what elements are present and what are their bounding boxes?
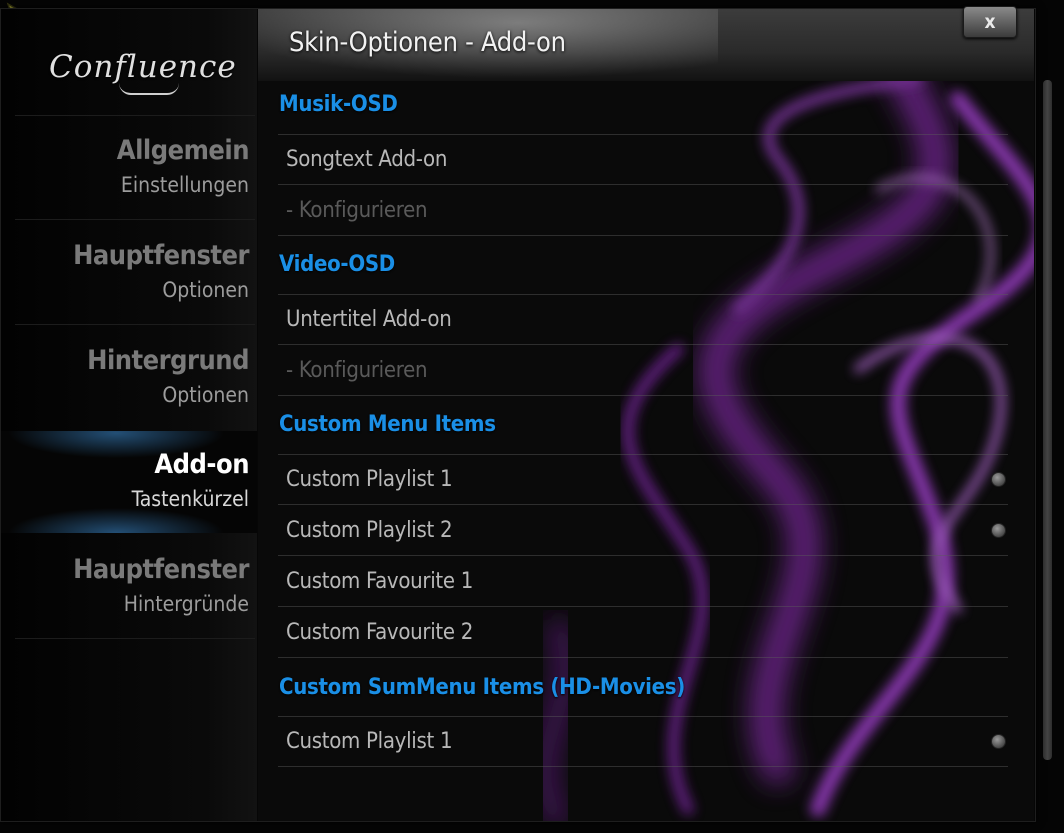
row-divider xyxy=(278,555,1008,556)
close-icon: x xyxy=(984,11,996,33)
sidebar-item-hauptfenster-hintergruende[interactable]: Hauptfenster Hintergründe xyxy=(1,536,249,638)
option-custom-playlist-2[interactable]: Custom Playlist 2 xyxy=(278,506,1008,556)
sidebar-item-allgemein[interactable]: Allgemein Einstellungen xyxy=(1,117,250,219)
option-submenu-custom-playlist-1[interactable]: Custom Playlist 1 xyxy=(278,717,1008,767)
dialog-title-bar: Skin-Optionen - Add-on xyxy=(258,9,1034,81)
row-divider xyxy=(278,657,1008,658)
sidebar-item-title: Allgemein xyxy=(116,135,250,166)
option-songtext-configure[interactable]: - Konfigurieren xyxy=(278,186,1008,236)
sidebar-item-title: Hintergrund xyxy=(87,345,249,376)
sidebar-item-hauptfenster[interactable]: Hauptfenster Optionen xyxy=(1,222,249,324)
option-label: Custom Favourite 1 xyxy=(286,569,474,594)
option-custom-favourite-1[interactable]: Custom Favourite 1 xyxy=(278,557,1008,607)
option-label: Songtext Add-on xyxy=(286,147,448,172)
row-divider xyxy=(278,184,1008,185)
options-panel: Skin-Optionen - Add-on Musik-OSD Songtex… xyxy=(258,9,1034,821)
option-label: Custom Playlist 2 xyxy=(286,518,453,543)
sidebar-item-subtitle: Hintergründe xyxy=(123,592,249,616)
row-divider xyxy=(278,766,1008,767)
option-custom-favourite-2[interactable]: Custom Favourite 2 xyxy=(278,608,1008,658)
sidebar-item-subtitle: Optionen xyxy=(162,278,249,302)
sidebar: Confluence Allgemein Einstellungen Haupt… xyxy=(1,9,257,821)
option-label: - Konfigurieren xyxy=(286,358,428,383)
row-divider xyxy=(278,235,1008,236)
option-custom-playlist-1[interactable]: Custom Playlist 1 xyxy=(278,455,1008,505)
option-untertitel-configure[interactable]: - Konfigurieren xyxy=(278,346,1008,396)
section-header-musik-osd: Musik-OSD xyxy=(279,92,398,117)
sidebar-divider xyxy=(15,115,255,116)
sidebar-divider xyxy=(15,219,255,220)
sidebar-item-subtitle: Tastenkürzel xyxy=(131,487,249,511)
logo-swirl xyxy=(119,83,179,95)
section-header-custom-submenu-items: Custom SumMenu Items (HD-Movies) xyxy=(279,675,686,700)
row-divider xyxy=(278,344,1008,345)
dialog-title: Skin-Optionen - Add-on xyxy=(289,27,566,58)
scrollbar[interactable] xyxy=(1043,80,1052,760)
skin-options-dialog: Confluence Allgemein Einstellungen Haupt… xyxy=(0,8,1036,822)
sidebar-divider xyxy=(15,638,255,639)
row-divider xyxy=(278,504,1008,505)
radio-dot-icon[interactable] xyxy=(991,734,1006,749)
section-header-video-osd: Video-OSD xyxy=(279,252,395,277)
option-label: Custom Playlist 1 xyxy=(286,467,453,492)
option-songtext-addon[interactable]: Songtext Add-on xyxy=(278,135,1008,185)
confluence-logo: Confluence xyxy=(49,49,236,95)
sidebar-item-addon[interactable]: Add-on Tastenkürzel xyxy=(1,431,257,533)
sidebar-item-title: Add-on xyxy=(154,449,249,480)
radio-dot-icon[interactable] xyxy=(991,472,1006,487)
section-header-custom-menu-items: Custom Menu Items xyxy=(279,412,496,437)
close-button[interactable]: x xyxy=(963,6,1017,38)
option-label: Untertitel Add-on xyxy=(286,307,452,332)
sidebar-item-title: Hauptfenster xyxy=(73,554,249,585)
radio-dot-icon[interactable] xyxy=(991,523,1006,538)
option-untertitel-addon[interactable]: Untertitel Add-on xyxy=(278,295,1008,345)
sidebar-item-title: Hauptfenster xyxy=(73,240,249,271)
row-divider xyxy=(278,606,1008,607)
sidebar-divider xyxy=(15,324,255,325)
sidebar-item-subtitle: Optionen xyxy=(162,383,249,407)
sidebar-item-subtitle: Einstellungen xyxy=(120,173,249,197)
sidebar-item-hintergrund[interactable]: Hintergrund Optionen xyxy=(1,327,249,429)
option-label: - Konfigurieren xyxy=(286,198,428,223)
option-label: Custom Favourite 2 xyxy=(286,620,474,645)
row-divider xyxy=(278,395,1008,396)
option-label: Custom Playlist 1 xyxy=(286,729,453,754)
